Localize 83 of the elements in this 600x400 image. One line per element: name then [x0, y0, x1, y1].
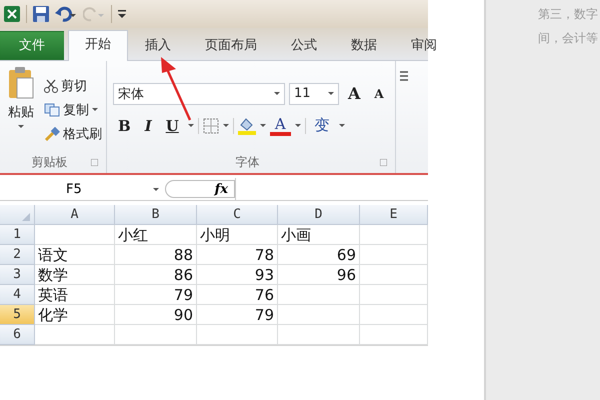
copy-icon	[44, 102, 60, 116]
row-header[interactable]: 2	[0, 245, 35, 265]
borders-icon[interactable]	[202, 118, 219, 134]
table-cell	[360, 245, 428, 265]
font-size-dropdown[interactable]: 11	[289, 82, 339, 104]
table-cell: 79	[115, 285, 197, 305]
caret-icon	[92, 108, 98, 111]
table-cell: 数学	[35, 265, 115, 285]
table-cell: 69	[278, 245, 360, 265]
align-icon[interactable]	[400, 71, 408, 83]
table-cell: 76	[197, 285, 278, 305]
scissors-icon	[44, 78, 58, 92]
underline-button[interactable]: U	[160, 116, 184, 134]
ribbon-tab[interactable]: 公式	[274, 31, 334, 60]
paste-button[interactable]: 粘贴	[4, 65, 38, 154]
row-header[interactable]: 6	[0, 325, 35, 345]
caret-icon	[18, 125, 24, 128]
copy-button[interactable]: 复制	[44, 100, 102, 118]
ribbon-tab[interactable]: 页面布局	[188, 31, 274, 60]
customize-toolbar-icon[interactable]	[118, 9, 126, 19]
row-header[interactable]: 3	[0, 265, 35, 285]
caret-icon	[274, 92, 280, 95]
table-cell	[360, 225, 428, 245]
table-cell: 93	[197, 265, 278, 285]
row-header[interactable]: 1	[0, 225, 35, 245]
text-line: 第三，数字	[537, 6, 599, 23]
file-tab[interactable]: 文件	[0, 31, 64, 60]
table-cell: 小明	[197, 225, 278, 245]
bold-button[interactable]: B	[113, 116, 136, 134]
text-line: 间，会计等	[537, 30, 599, 47]
font-name-dropdown[interactable]: 宋体	[113, 82, 285, 104]
ribbon-tab[interactable]: 审阅	[394, 31, 454, 60]
name-box[interactable]: F5	[0, 178, 165, 200]
table-cell: 88	[115, 245, 197, 265]
undo-icon[interactable]	[55, 6, 77, 22]
caret-icon	[188, 124, 194, 127]
column-header[interactable]: B	[115, 205, 197, 225]
font-color-button[interactable]: A	[270, 116, 291, 136]
caret-icon	[260, 124, 266, 127]
excel-logo-icon	[4, 6, 20, 22]
clipboard-icon	[8, 67, 34, 99]
italic-button[interactable]: I	[140, 116, 157, 134]
table-cell: 78	[197, 245, 278, 265]
caret-icon	[222, 124, 229, 127]
caret-icon	[328, 92, 334, 95]
arrow-annotation	[161, 57, 192, 121]
ribbon-tab[interactable]: 数据	[334, 31, 394, 60]
table-cell: 90	[115, 305, 197, 325]
ribbon-tab[interactable]: 开始	[68, 30, 128, 61]
caret-icon	[294, 124, 301, 127]
format-painter-button[interactable]: 格式刷	[44, 124, 102, 142]
table-cell: 79	[197, 305, 278, 325]
table-cell	[360, 285, 428, 305]
dialog-launcher-icon[interactable]	[91, 159, 98, 166]
table-cell: 96	[278, 265, 360, 285]
group-label: 剪贴板	[30, 154, 68, 171]
caret-icon	[338, 124, 345, 127]
dialog-launcher-icon[interactable]	[380, 159, 387, 166]
save-icon[interactable]	[33, 6, 49, 22]
table-cell: 化学	[35, 305, 115, 325]
caret-icon	[153, 188, 159, 190]
column-header[interactable]: A	[35, 205, 115, 225]
table-cell: 英语	[35, 285, 115, 305]
grow-font-button[interactable]: A	[343, 84, 366, 103]
fill-color-icon[interactable]	[238, 116, 256, 134]
column-header[interactable]: E	[360, 205, 428, 225]
table-cell: 小画	[278, 225, 360, 245]
table-cell: 语文	[35, 245, 115, 265]
table-cell: 86	[115, 265, 197, 285]
column-header[interactable]: D	[278, 205, 360, 225]
cut-button[interactable]: 剪切	[44, 76, 102, 94]
row-header[interactable]: 4	[0, 285, 35, 305]
row-header[interactable]: 5	[0, 305, 35, 325]
column-header[interactable]: C	[197, 205, 278, 225]
insert-function-button[interactable]: fx	[214, 182, 228, 196]
table-cell	[360, 265, 428, 285]
shrink-font-button[interactable]: A	[369, 86, 389, 100]
phonetic-guide-button[interactable]: 变	[310, 116, 335, 135]
table-cell	[360, 305, 428, 325]
brush-icon	[44, 126, 60, 140]
ribbon-tab[interactable]: 插入	[128, 31, 188, 60]
table-cell: 小红	[115, 225, 197, 245]
group-label: 字体	[234, 154, 260, 171]
